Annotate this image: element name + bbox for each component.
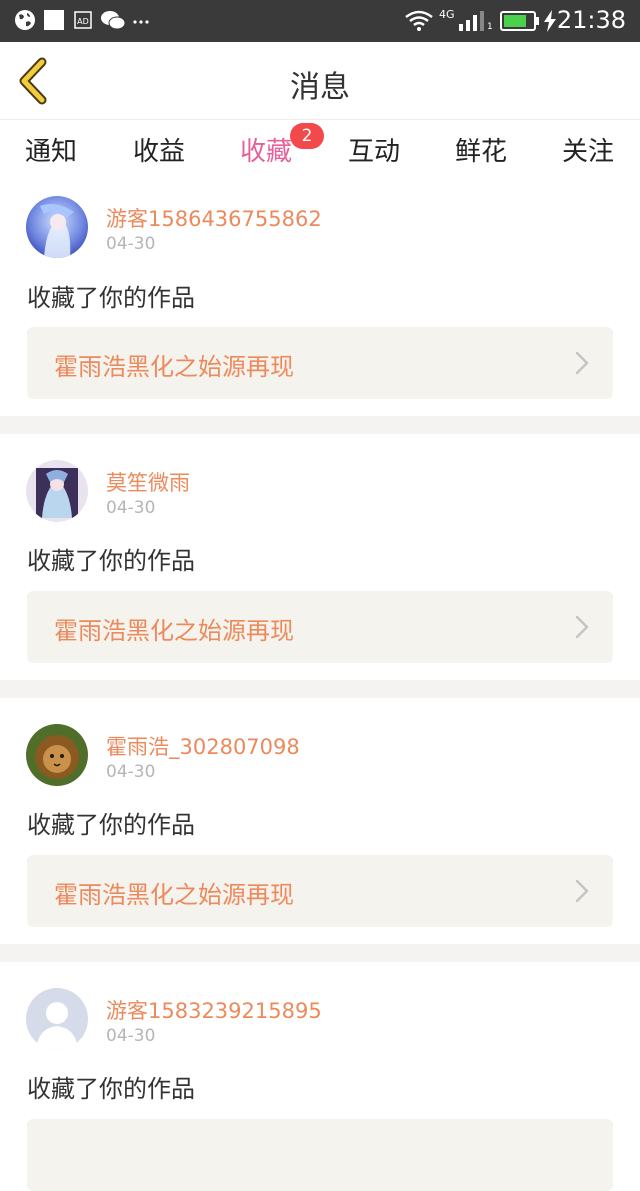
work-title: 霍雨浩黑化之始源再现 [54,617,294,645]
svg-text:AD: AD [77,17,89,26]
avatar[interactable] [26,988,88,1050]
globe-icon [15,10,35,30]
status-bar: AD 4G 1 21:38 [0,0,640,42]
message-text: 收藏了你的作品 [27,547,195,575]
timestamp: 04-30 [106,234,156,254]
ad-icon: AD [74,11,92,29]
username-link[interactable]: 霍雨浩_302807098 [106,731,300,761]
message-text: 收藏了你的作品 [27,1075,195,1103]
white-square-icon [44,10,64,30]
wechat-icon [101,11,126,30]
tab-notice[interactable]: 通知 [1,131,101,168]
username-link[interactable]: 莫笙微雨 [106,467,190,497]
work-link[interactable]: 霍雨浩黑化之始源再现 [27,327,613,399]
lion-icon [26,724,88,786]
tab-earnings[interactable]: 收益 [109,131,209,168]
list-item: 游客1583239215895 04-30 收藏了你的作品 [0,962,640,1191]
work-link[interactable] [27,1119,613,1191]
avatar[interactable] [26,724,88,786]
charging-icon [544,10,556,32]
message-text: 收藏了你的作品 [27,811,195,839]
tab-flowers[interactable]: 鲜花 [431,131,531,168]
timestamp: 04-30 [106,498,156,518]
username-link[interactable]: 游客1586436755862 [106,203,322,233]
tab-following[interactable]: 关注 [538,131,638,168]
divider [0,944,640,962]
page-title: 消息 [290,70,350,105]
message-list: 游客1586436755862 04-30 收藏了你的作品 霍雨浩黑化之始源再现… [0,179,640,1191]
signal-icon [459,11,484,31]
work-title: 霍雨浩黑化之始源再现 [54,881,294,909]
tab-favorites-label: 收藏 [239,137,292,167]
work-title: 霍雨浩黑化之始源再现 [54,353,294,381]
message-text: 收藏了你的作品 [27,284,195,312]
unread-badge: 2 [290,123,324,149]
list-item: 霍雨浩_302807098 04-30 收藏了你的作品 霍雨浩黑化之始源再现 [0,698,640,944]
chevron-right-icon [575,879,589,903]
work-link[interactable]: 霍雨浩黑化之始源再现 [27,855,613,927]
timestamp: 04-30 [106,1026,156,1046]
default-user-icon [26,988,88,1050]
more-dots-icon [133,20,149,24]
timestamp: 04-30 [106,762,156,782]
chevron-right-icon [575,615,589,639]
anime-avatar-icon [26,196,88,258]
chevron-right-icon [575,351,589,375]
list-item: 莫笙微雨 04-30 收藏了你的作品 霍雨浩黑化之始源再现 [0,434,640,680]
wifi-icon [405,10,433,31]
list-item: 游客1586436755862 04-30 收藏了你的作品 霍雨浩黑化之始源再现 [0,179,640,416]
tab-bar: 通知 收益 收藏 2 互动 鲜花 关注 [0,121,640,185]
avatar[interactable] [26,196,88,258]
divider [0,680,640,698]
work-link[interactable]: 霍雨浩黑化之始源再现 [27,591,613,663]
tab-interaction[interactable]: 互动 [324,131,424,168]
sim-slot: 1 [487,22,493,32]
username-link[interactable]: 游客1583239215895 [106,995,322,1025]
battery-icon [500,11,539,31]
clock: 21:38 [556,6,626,34]
avatar[interactable] [26,460,88,522]
network-type: 4G [439,8,455,21]
app-header: 消息 [0,42,640,120]
anime-avatar-icon [26,460,88,522]
divider [0,416,640,434]
tab-favorites[interactable]: 收藏 2 [216,123,324,185]
